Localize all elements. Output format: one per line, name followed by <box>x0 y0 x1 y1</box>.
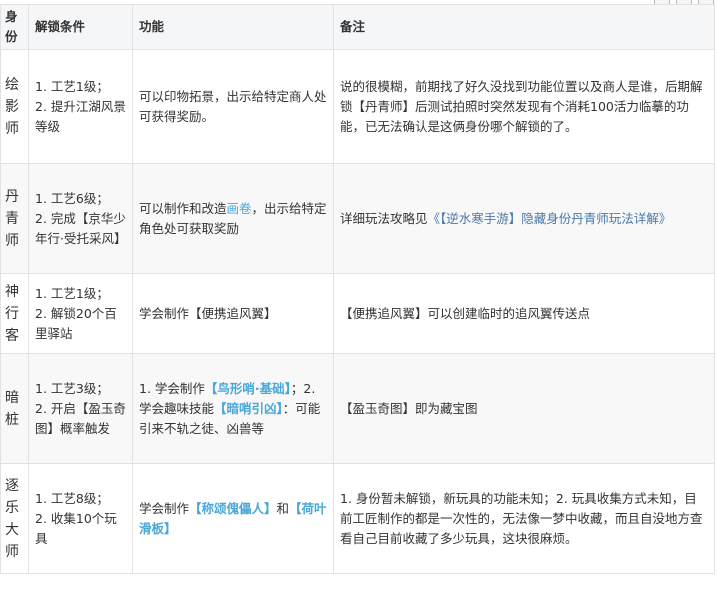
condition-line: 1. 工艺8级； <box>35 490 109 506</box>
unlock-condition: 1. 工艺3级； 2. 开启【盈玉奇图】概率触发 <box>28 353 133 464</box>
condition-line: 1. 工艺1级； <box>35 285 109 301</box>
unlock-condition: 1. 工艺6级； 2. 完成【京华少年行·受托采风】 <box>28 163 133 274</box>
notes-cell: 1. 身份暂未解锁，新玩具的功能未知；2. 玩具收集方式未知，目前工匠制作的都是… <box>333 463 715 574</box>
condition-line: 2. 收集10个玩具 <box>35 510 117 546</box>
notes-cell: 详细玩法攻略见《【逆水寒手游】隐藏身份丹青师玩法详解》 <box>333 163 715 274</box>
header-identity: 身份 <box>0 4 29 50</box>
notes-cell: 【便携追风翼】可以创建临时的追风翼传送点 <box>333 273 715 354</box>
function-text: 和 <box>276 500 290 516</box>
function-cell: 学会制作【称颂傀儡人】和【荷叶滑板】 <box>132 463 334 574</box>
function-text: 学会制作 <box>139 500 190 516</box>
guide-link[interactable]: 《【逆水寒手游】隐藏身份丹青师玩法详解》 <box>428 211 672 226</box>
table-row: 丹青师 1. 工艺6级； 2. 完成【京华少年行·受托采风】 可以制作和改造画卷… <box>0 163 715 274</box>
table-row: 暗桩 1. 工艺3级； 2. 开启【盈玉奇图】概率触发 1. 学会制作【鸟形哨·… <box>0 353 715 464</box>
unlock-condition: 1. 工艺1级； 2. 解锁20个百里驿站 <box>28 273 133 354</box>
puppet-link[interactable]: 【称颂傀儡人】 <box>189 501 277 516</box>
function-cell: 可以制作和改造画卷，出示给特定角色处可获取奖励 <box>132 163 334 274</box>
hidden-whistle-link[interactable]: 【暗哨引凶】 <box>214 401 283 416</box>
painting-scroll-link[interactable]: 画卷 <box>227 201 252 216</box>
function-cell: 1. 学会制作【鸟形哨·基础】；2. 学会趣味技能【暗哨引凶】：可能引来不轨之徒… <box>132 353 334 464</box>
identity-table: 身份 解锁条件 功能 备注 绘影师 1. 工艺1级； 2. 提升江湖风景等级 可… <box>0 4 715 574</box>
notes-cell: 【盈玉奇图】即为藏宝图 <box>333 353 715 464</box>
header-notes: 备注 <box>333 4 715 50</box>
function-cell: 可以印物拓景，出示给特定商人处可获得奖励。 <box>132 49 334 164</box>
function-text: 1. 学会制作 <box>139 380 205 396</box>
header-function: 功能 <box>132 4 334 50</box>
table-row: 神行客 1. 工艺1级； 2. 解锁20个百里驿站 学会制作【便携追风翼】 【便… <box>0 273 715 354</box>
unlock-condition: 1. 工艺8级； 2. 收集10个玩具 <box>28 463 133 574</box>
condition-line: 1. 工艺1级； <box>35 78 109 94</box>
condition-line: 2. 解锁20个百里驿站 <box>35 305 117 341</box>
header-condition: 解锁条件 <box>28 4 133 50</box>
condition-line: 2. 开启【盈玉奇图】概率触发 <box>35 400 126 436</box>
header-row: 身份 解锁条件 功能 备注 <box>0 4 715 50</box>
identity-name: 暗桩 <box>0 353 29 464</box>
condition-line: 1. 工艺3级； <box>35 380 109 396</box>
function-cell: 学会制作【便携追风翼】 <box>132 273 334 354</box>
notes-cell: 说的很模糊，前期找了好久没找到功能位置以及商人是谁，后期解锁【丹青师】后测试拍照… <box>333 49 715 164</box>
notes-text: 详细玩法攻略见 <box>340 210 428 226</box>
identity-name: 神行客 <box>0 273 29 354</box>
condition-line: 2. 完成【京华少年行·受托采风】 <box>35 210 127 246</box>
condition-line: 2. 提升江湖风景等级 <box>35 98 126 134</box>
table-row: 绘影师 1. 工艺1级； 2. 提升江湖风景等级 可以印物拓景，出示给特定商人处… <box>0 49 715 164</box>
table-row: 逐乐大师 1. 工艺8级； 2. 收集10个玩具 学会制作【称颂傀儡人】和【荷叶… <box>0 463 715 574</box>
identity-name: 丹青师 <box>0 163 29 274</box>
unlock-condition: 1. 工艺1级； 2. 提升江湖风景等级 <box>28 49 133 164</box>
function-text: 可以制作和改造 <box>139 200 227 216</box>
condition-line: 1. 工艺6级； <box>35 190 109 206</box>
bird-whistle-link[interactable]: 【鸟形哨·基础】 <box>205 381 291 396</box>
identity-name: 绘影师 <box>0 49 29 164</box>
identity-name: 逐乐大师 <box>0 463 29 574</box>
